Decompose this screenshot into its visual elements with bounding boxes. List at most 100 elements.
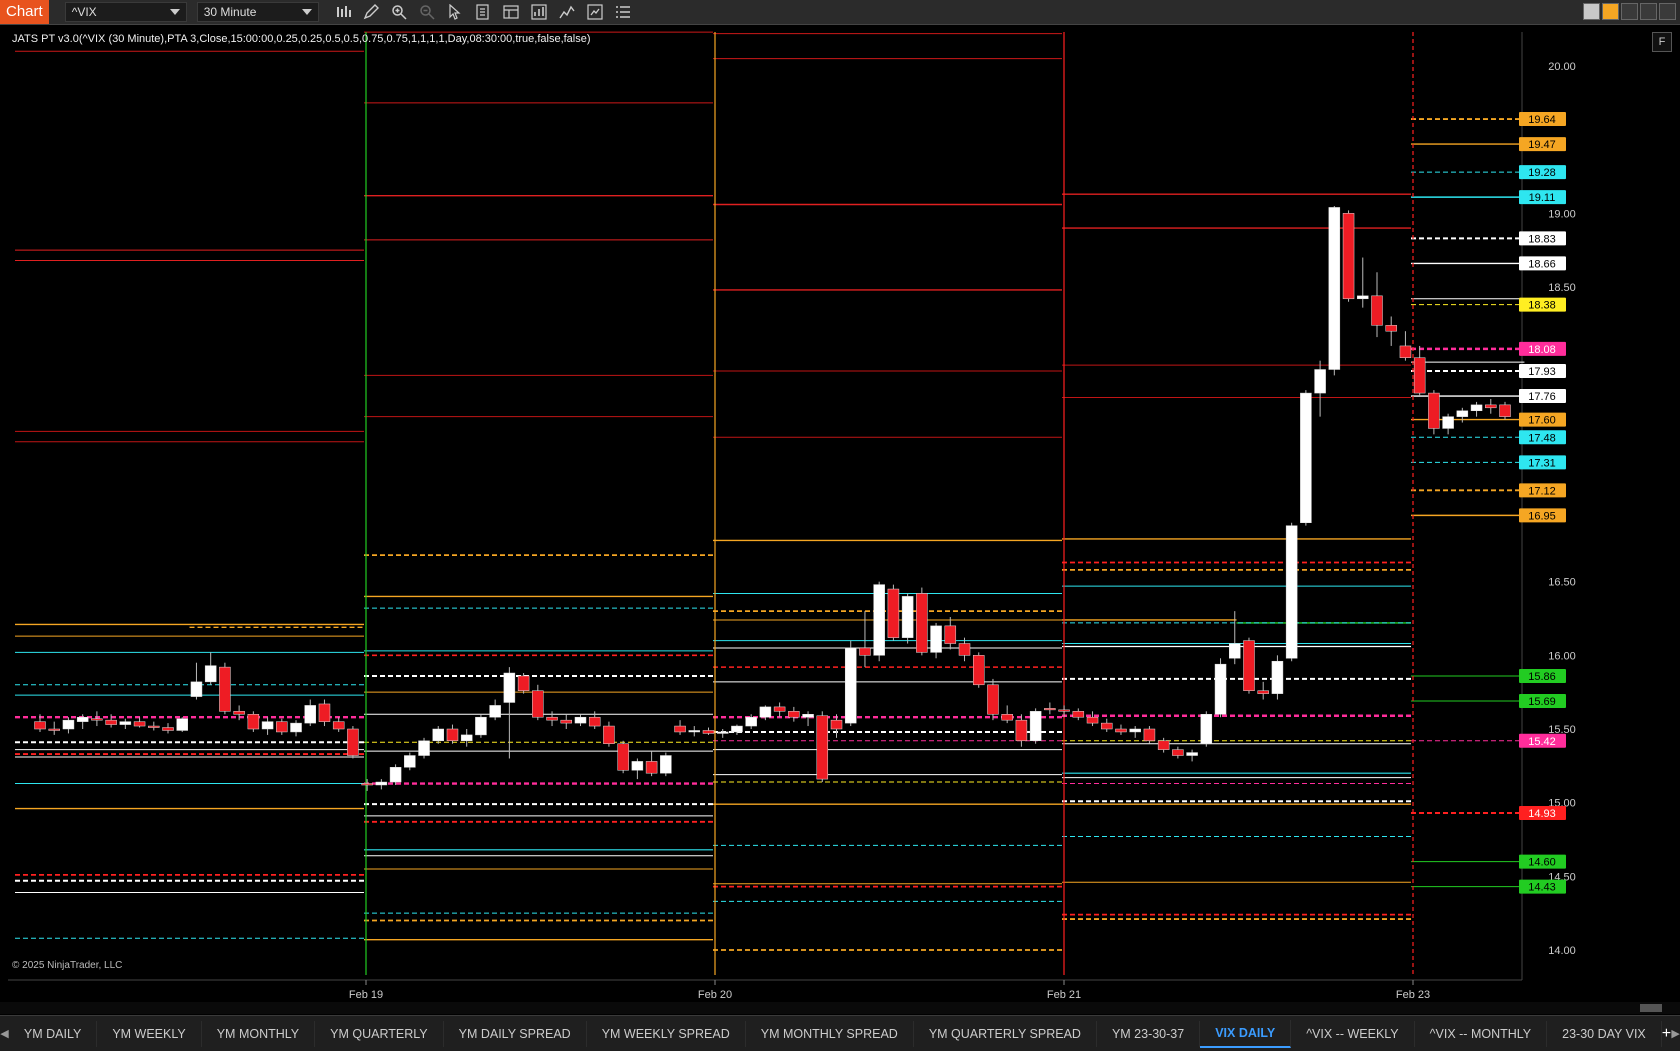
instrument-selector[interactable]: ^VIX bbox=[64, 2, 187, 22]
interval-selector[interactable]: 30 Minute bbox=[196, 2, 319, 22]
price-label: 19.64 bbox=[1528, 114, 1556, 126]
horizontal-scrollbar[interactable] bbox=[0, 1002, 1680, 1014]
candle-body bbox=[503, 672, 516, 703]
candle-body bbox=[1428, 392, 1440, 429]
link-color-icon[interactable] bbox=[1583, 3, 1600, 20]
minimize-icon[interactable] bbox=[1621, 3, 1638, 20]
tab-vix-weekly[interactable]: ^VIX -- WEEKLY bbox=[1291, 1020, 1415, 1047]
tab-vix-monthly[interactable]: ^VIX -- MONTHLY bbox=[1415, 1020, 1548, 1047]
tab-ym-quarterly-spread[interactable]: YM QUARTERLY SPREAD bbox=[914, 1020, 1097, 1047]
tab-ym-weekly-spread[interactable]: YM WEEKLY SPREAD bbox=[587, 1020, 746, 1047]
tab-vix-daily[interactable]: VIX DAILY bbox=[1200, 1019, 1292, 1048]
candle-body bbox=[1413, 357, 1426, 394]
tab-ym-monthly[interactable]: YM MONTHLY bbox=[202, 1020, 316, 1047]
restore-icon[interactable] bbox=[1640, 3, 1657, 20]
candle-body bbox=[603, 725, 615, 744]
candle-body bbox=[1243, 640, 1255, 691]
candle-body bbox=[347, 728, 359, 756]
indicator-label: JATS PT v3.0(^VIX (30 Minute),PTA 3,Clos… bbox=[12, 33, 591, 45]
zoom-in-icon[interactable] bbox=[390, 3, 408, 21]
window-controls bbox=[1583, 3, 1676, 20]
candle-body bbox=[773, 706, 786, 712]
zoom-out-icon[interactable] bbox=[418, 3, 436, 21]
candle-body bbox=[446, 728, 459, 742]
candle-body bbox=[475, 716, 487, 736]
candle-body bbox=[788, 711, 800, 718]
candle-body bbox=[361, 783, 373, 786]
candle-body bbox=[304, 705, 316, 724]
candle-body bbox=[631, 761, 644, 771]
chart-app-label[interactable]: Chart bbox=[0, 0, 49, 24]
pointer-icon[interactable] bbox=[446, 3, 464, 21]
tab-list: YM DAILY YM WEEKLY YM MONTHLY YM QUARTERLY Y… bbox=[9, 1019, 1662, 1048]
candle-body bbox=[1229, 643, 1241, 659]
candle-body bbox=[802, 714, 814, 718]
candle-body bbox=[1157, 740, 1170, 750]
tab-23-30-day-vix[interactable]: 23-30 DAY VIX bbox=[1547, 1020, 1662, 1047]
candle-body bbox=[233, 711, 245, 715]
candle-body bbox=[588, 716, 601, 727]
candle-body bbox=[204, 665, 217, 683]
candle-body bbox=[62, 719, 75, 730]
price-label: 15.42 bbox=[1528, 736, 1556, 748]
tab-ym-daily[interactable]: YM DAILY bbox=[9, 1020, 98, 1047]
tab-ym-quarterly[interactable]: YM QUARTERLY bbox=[315, 1020, 444, 1047]
candle-body bbox=[1100, 722, 1113, 730]
price-label: 14.93 bbox=[1528, 808, 1556, 820]
candle-body bbox=[276, 721, 288, 733]
price-label: 17.48 bbox=[1528, 432, 1556, 444]
tabs-scroll-left-icon[interactable]: ◀ bbox=[0, 1021, 9, 1047]
candle-body bbox=[1143, 728, 1156, 742]
properties-icon[interactable] bbox=[474, 3, 492, 21]
tabs-scroll-right-icon[interactable]: ▶ bbox=[1671, 1021, 1680, 1047]
candle-body bbox=[489, 705, 501, 718]
chart-tab-bar: ◀ YM DAILY YM WEEKLY YM MONTHLY YM QUARTERL… bbox=[0, 1015, 1680, 1051]
candle-body bbox=[1172, 749, 1184, 756]
candle-body bbox=[745, 716, 757, 727]
candle-body bbox=[517, 675, 530, 691]
tab-ym-daily-spread[interactable]: YM DAILY SPREAD bbox=[444, 1020, 587, 1047]
tab-ym-weekly[interactable]: YM WEEKLY bbox=[97, 1020, 202, 1047]
add-tab-icon[interactable]: + bbox=[1662, 1021, 1671, 1047]
candle-body bbox=[873, 584, 885, 656]
candle-body bbox=[389, 767, 402, 783]
candle-body bbox=[1115, 728, 1127, 733]
tab-ym-23-30-37[interactable]: YM 23-30-37 bbox=[1097, 1020, 1201, 1047]
list-icon[interactable] bbox=[614, 3, 632, 21]
scrollbar-thumb[interactable] bbox=[1640, 1004, 1662, 1012]
candle-body bbox=[546, 716, 558, 721]
candle-body bbox=[432, 728, 445, 742]
candle-body bbox=[133, 721, 146, 727]
candle-body bbox=[76, 716, 89, 722]
strategies-icon[interactable] bbox=[586, 3, 604, 21]
candle-body bbox=[560, 719, 573, 724]
candle-body bbox=[332, 721, 345, 730]
price-label: 19.47 bbox=[1528, 139, 1556, 151]
chart-canvas[interactable]: 20.0019.0018.5016.5016.0015.5015.0014.50… bbox=[0, 25, 1680, 1015]
x-tick-label: Feb 19 bbox=[349, 989, 383, 1001]
chart-toolbar: Chart ^VIX 30 Minute bbox=[0, 0, 1680, 25]
candle-body bbox=[1442, 416, 1454, 429]
candle-body bbox=[617, 743, 629, 771]
tab-ym-monthly-spread[interactable]: YM MONTHLY SPREAD bbox=[746, 1020, 914, 1047]
candle-body bbox=[972, 655, 985, 686]
price-chart[interactable]: 20.00 19.00 18.50 16.50 16.00 15.50 15.00 14.50… bbox=[0, 25, 1680, 1015]
data-series-icon[interactable] bbox=[530, 3, 548, 21]
indicators-icon[interactable] bbox=[558, 3, 576, 21]
price-label: 14.43 bbox=[1528, 882, 1556, 894]
candle-body bbox=[830, 719, 843, 730]
instrument-link-icon[interactable] bbox=[1602, 3, 1619, 20]
candle-body bbox=[290, 722, 302, 733]
candle-body bbox=[702, 730, 715, 734]
pencil-icon[interactable] bbox=[362, 3, 380, 21]
candle-body bbox=[1257, 690, 1269, 694]
close-icon[interactable] bbox=[1659, 3, 1676, 20]
chart-corner-button[interactable]: F bbox=[1652, 32, 1672, 52]
candle-body bbox=[247, 714, 260, 730]
template-icon[interactable] bbox=[502, 3, 520, 21]
bar-style-icon[interactable] bbox=[334, 3, 352, 21]
candle-body bbox=[1072, 711, 1085, 718]
candle-body bbox=[1029, 711, 1042, 742]
candle-body bbox=[105, 719, 117, 725]
candle-body bbox=[1214, 663, 1227, 715]
